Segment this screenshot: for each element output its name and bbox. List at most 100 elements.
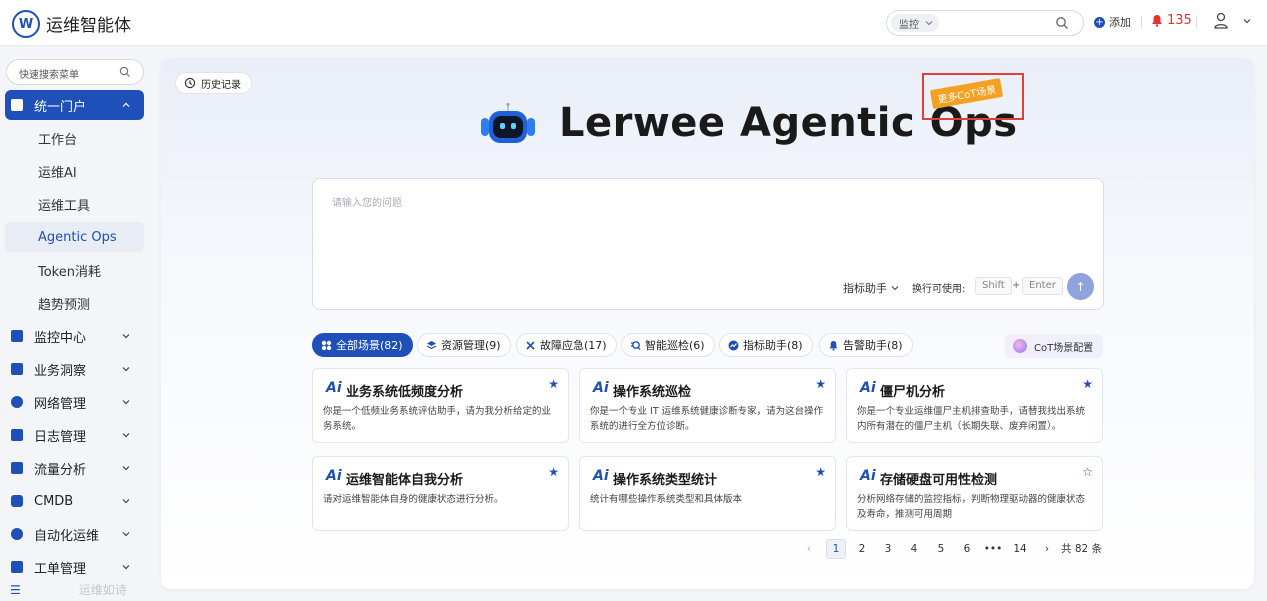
sidebar-group-ticket[interactable]: 工单管理 — [5, 552, 144, 582]
history-icon — [184, 77, 196, 89]
card-title: 僵尸机分析 — [880, 385, 946, 400]
sidebar-group-portal[interactable]: 统一门户 — [5, 90, 144, 120]
sidebar-group-label: 统一门户 — [34, 99, 87, 115]
history-button[interactable]: 历史记录 — [175, 72, 252, 94]
tab-label: 故障应急(17) — [540, 339, 607, 352]
traffic-icon — [11, 462, 23, 474]
cot-config-label: CoT场景配置 — [1034, 342, 1094, 354]
bottom-hint-label: 运维如诗 — [78, 583, 127, 597]
page-number[interactable]: 14 — [1010, 539, 1030, 559]
scene-card[interactable]: Ai 运维智能体自我分析 ★ 请对运维智能体自身的健康状态进行分析。 — [312, 456, 569, 531]
scene-card[interactable]: Ai 操作系统巡检 ★ 你是一个专业 IT 运维系统健康诊断专家，请为这台操作系… — [579, 368, 836, 443]
arrow-up-icon: ↑ — [1075, 279, 1086, 294]
scene-card[interactable]: Ai 僵尸机分析 ★ 你是一个专业运维僵尸主机排查助手，请替我找出系统内所有潜在… — [846, 368, 1103, 443]
page-number[interactable]: 3 — [878, 539, 898, 559]
enter-key-hint: Enter — [1022, 277, 1063, 295]
card-description: 请对运维智能体自身的健康状态进行分析。 — [323, 494, 504, 505]
trend-icon — [728, 340, 739, 350]
sidebar-group-label: 自动化运维 — [34, 528, 100, 544]
star-filled-icon[interactable]: ★ — [548, 377, 559, 391]
total-count: 共 82 条 — [1061, 543, 1103, 555]
search-icon[interactable] — [1055, 16, 1069, 30]
divider — [1141, 16, 1142, 28]
page-number[interactable]: 2 — [852, 539, 872, 559]
menu-search-placeholder: 快速搜索菜单 — [19, 70, 79, 81]
card-description: 统计有哪些操作系统类型和具体版本 — [590, 494, 743, 505]
tools-icon — [526, 340, 535, 350]
sidebar-group-monitor[interactable]: 监控中心 — [5, 321, 144, 351]
tab-metric-assistant[interactable]: 指标助手(8) — [719, 333, 813, 357]
user-icon[interactable] — [1213, 12, 1229, 30]
star-filled-icon[interactable]: ★ — [815, 377, 826, 391]
tab-label: 资源管理(9) — [441, 339, 501, 352]
chevron-down-icon[interactable] — [1242, 16, 1252, 26]
menu-search-input[interactable]: 快速搜索菜单 — [6, 59, 144, 85]
card-description: 你是一个专业运维僵尸主机排查助手，请替我找出系统内所有潜在的僵尸主机（长期失联、… — [857, 406, 1086, 432]
sidebar-group-label: 日志管理 — [34, 429, 87, 445]
cot-config-button[interactable]: CoT场景配置 — [1005, 334, 1104, 358]
card-description: 你是一个低频业务系统评估助手，请为我分析给定的业务系统。 — [323, 406, 552, 432]
sidebar-group-cmdb[interactable]: CMDB — [5, 486, 144, 516]
newline-hint-label: 换行可使用: — [912, 284, 966, 295]
assistant-select[interactable]: 指标助手 — [843, 280, 899, 296]
chevron-down-icon — [122, 565, 130, 570]
star-filled-icon[interactable]: ★ — [1082, 377, 1093, 391]
sidebar-item-ops-ai[interactable]: 运维AI — [5, 156, 144, 186]
search-scope-select[interactable]: 监控 — [891, 14, 939, 32]
sidebar-group-network[interactable]: 网络管理 — [5, 387, 144, 417]
plus-icon: + — [1094, 16, 1105, 28]
layers-icon — [426, 340, 437, 349]
sidebar-item-ops-tools[interactable]: 运维工具 — [5, 189, 144, 219]
ai-mark-icon: Ai — [860, 468, 876, 484]
scene-card[interactable]: Ai 存储硬盘可用性检测 ☆ 分析网络存储的监控指标，判断物理驱动器的健康状态及… — [846, 456, 1103, 531]
scene-card[interactable]: Ai 操作系统类型统计 ★ 统计有哪些操作系统类型和具体版本 — [579, 456, 836, 531]
card-description: 分析网络存储的监控指标，判断物理驱动器的健康状态及寿命，推测可用周期 — [857, 494, 1086, 520]
page-number[interactable]: 1 — [826, 539, 846, 559]
scene-card[interactable]: Ai 业务系统低频度分析 ★ 你是一个低频业务系统评估助手，请为我分析给定的业务… — [312, 368, 569, 443]
chevron-down-icon — [122, 466, 130, 471]
tab-label: 智能巡检(6) — [645, 339, 705, 352]
sidebar-group-automation[interactable]: 自动化运维 — [5, 519, 144, 549]
search-scope-label: 监控 — [899, 19, 919, 31]
chevron-down-icon — [122, 532, 130, 537]
star-outline-icon[interactable]: ☆ — [1082, 465, 1093, 479]
insight-icon — [11, 363, 23, 375]
portal-icon — [11, 99, 23, 111]
sidebar-group-label: 流量分析 — [34, 462, 87, 478]
add-button[interactable]: + 添加 — [1094, 14, 1131, 30]
sidebar-group-traffic[interactable]: 流量分析 — [5, 453, 144, 483]
collapse-menu-hint[interactable]: ☰ 运维如诗 — [10, 581, 127, 598]
sidebar-item-token-usage[interactable]: Token消耗 — [5, 255, 144, 285]
tab-smart-inspection[interactable]: 智能巡检(6) — [621, 333, 715, 357]
sidebar-group-insight[interactable]: 业务洞察 — [5, 354, 144, 384]
alert-button[interactable]: 135 — [1151, 13, 1192, 28]
tab-label: 全部场景(82) — [336, 339, 403, 352]
tab-label: 指标助手(8) — [743, 339, 803, 352]
sidebar-group-label: 业务洞察 — [34, 363, 87, 379]
star-filled-icon[interactable]: ★ — [815, 465, 826, 479]
star-filled-icon[interactable]: ★ — [548, 465, 559, 479]
next-page-icon[interactable]: › — [1037, 539, 1057, 559]
tab-incident-response[interactable]: 故障应急(17) — [516, 333, 617, 357]
tab-resource-management[interactable]: 资源管理(9) — [417, 333, 511, 357]
sidebar-group-log[interactable]: 日志管理 — [5, 420, 144, 450]
ai-mark-icon: Ai — [860, 380, 876, 396]
sidebar-item-workbench[interactable]: 工作台 — [5, 123, 144, 153]
network-icon — [11, 396, 23, 408]
page-number[interactable]: 6 — [957, 539, 977, 559]
sidebar-item-agentic-ops[interactable]: Agentic Ops — [5, 222, 144, 252]
prev-page-icon[interactable]: ‹ — [799, 539, 819, 559]
page-ellipsis[interactable]: ••• — [983, 539, 1003, 559]
send-button[interactable]: ↑ — [1067, 273, 1094, 300]
sidebar-group-label: CMDB — [34, 493, 74, 509]
inspect-icon — [631, 340, 641, 350]
tab-all-scenes[interactable]: 全部场景(82) — [312, 333, 413, 357]
page-number[interactable]: 4 — [904, 539, 924, 559]
prompt-input[interactable]: 请输入您的问题 指标助手 换行可使用: Shift + Enter ↑ — [312, 178, 1104, 310]
chevron-down-icon — [122, 367, 130, 372]
tab-alert-assistant[interactable]: 告警助手(8) — [819, 333, 913, 357]
page-number[interactable]: 5 — [931, 539, 951, 559]
sidebar-item-trend-forecast[interactable]: 趋势预测 — [5, 288, 144, 318]
tab-label: 告警助手(8) — [843, 339, 903, 352]
global-search[interactable]: 监控 — [886, 10, 1084, 36]
